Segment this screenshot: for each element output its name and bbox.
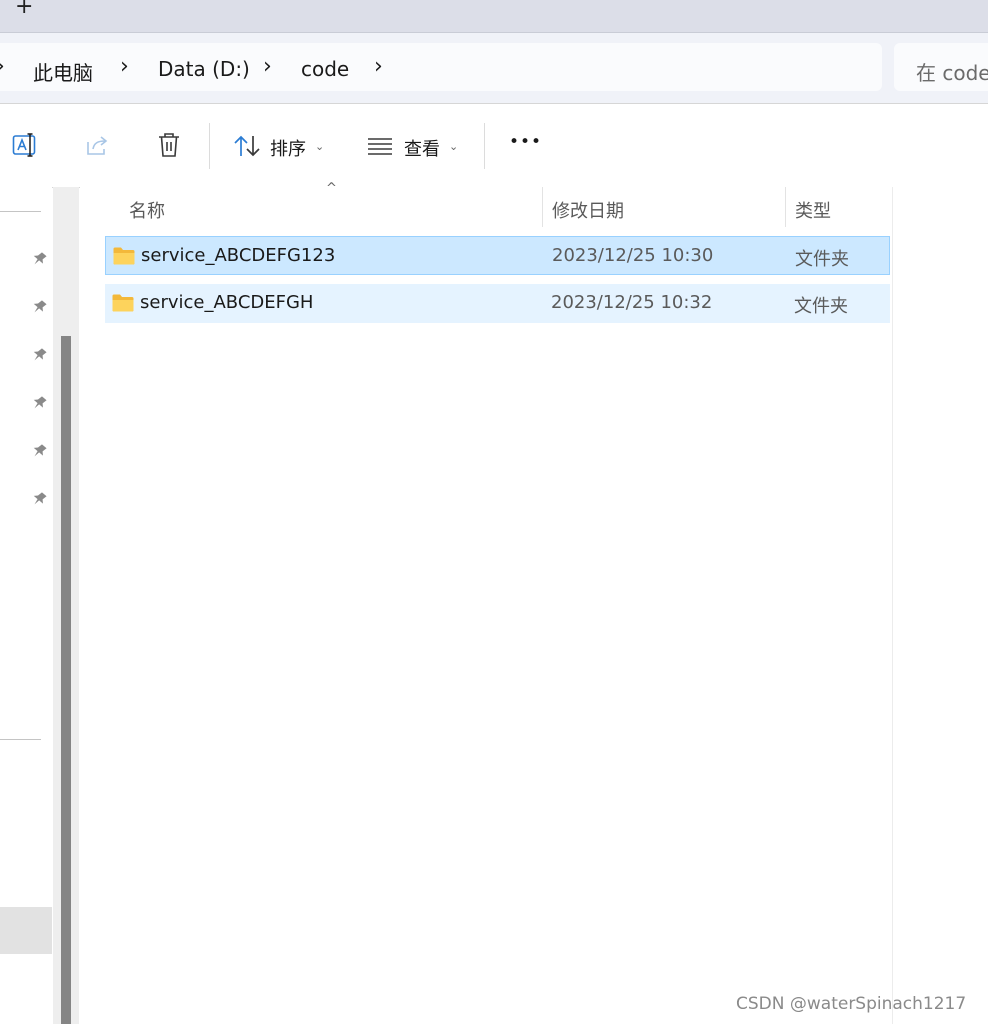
file-modified: 2023/12/25 10:30 [552,245,714,266]
pin-icon[interactable] [30,442,48,460]
folder-icon [113,247,135,265]
view-button[interactable]: 查看 [404,135,440,161]
column-header-modified[interactable]: 修改日期 [552,197,624,223]
sort-icon-wrap[interactable] [233,134,261,162]
column-separator[interactable] [542,187,543,227]
nav-divider [0,211,41,212]
watermark: CSDN @waterSpinach1217 [736,994,967,1014]
file-name[interactable]: service_ABCDEFGH [140,292,313,313]
details-area [892,187,988,1024]
search-placeholder: 在 code [916,61,988,85]
breadcrumb-separator[interactable]: › [0,54,5,79]
column-separator[interactable] [785,187,786,227]
share-button[interactable] [85,133,111,161]
rename-icon [12,133,36,157]
toolbar-separator [484,123,485,169]
new-tab-button[interactable]: + [15,0,33,19]
breadcrumb-separator[interactable]: › [263,54,272,79]
more-icon[interactable]: ••• [509,132,542,152]
breadcrumb-separator[interactable]: › [374,54,383,79]
chevron-down-icon[interactable]: ⌄ [449,140,458,153]
column-header-type[interactable]: 类型 [795,197,831,223]
sort-ascending-indicator: ^ [326,181,337,196]
pin-icon[interactable] [30,346,48,364]
tab-strip [0,0,988,33]
chevron-down-icon[interactable]: ⌄ [315,140,324,153]
toolbar-separator [209,123,210,169]
share-icon [87,136,108,155]
view-list-icon [368,138,392,155]
delete-button[interactable] [157,132,181,162]
nav-scrollbar-thumb[interactable] [61,336,71,1024]
pin-icon[interactable] [30,250,48,268]
breadcrumb-this-pc[interactable]: 此电脑 [33,57,93,86]
breadcrumb-code[interactable]: code [301,57,349,81]
address-bar[interactable] [0,43,882,91]
nav-divider [0,739,41,740]
rename-button[interactable] [12,132,38,162]
pin-icon[interactable] [30,298,48,316]
delete-icon [159,133,179,157]
file-row[interactable]: service_ABCDEFGH 2023/12/25 10:32 文件夹 [105,284,890,323]
file-name[interactable]: service_ABCDEFG123 [141,245,335,266]
breadcrumb-data-drive[interactable]: Data (D:) [158,57,250,81]
view-icon-wrap[interactable] [367,137,393,159]
breadcrumb-separator[interactable]: › [120,54,129,79]
column-header-name[interactable]: 名称 [129,197,165,223]
file-type: 文件夹 [795,249,849,270]
file-row[interactable]: service_ABCDEFG123 2023/12/25 10:30 文件夹 [105,236,890,275]
pin-icon[interactable] [30,490,48,508]
pin-icon[interactable] [30,394,48,412]
folder-icon [112,294,134,312]
file-type: 文件夹 [794,296,848,317]
command-bar: 排序 ⌄ 查看 ⌄ ••• [0,103,988,188]
file-modified: 2023/12/25 10:32 [551,292,713,313]
address-bar-row: › 此电脑 › Data (D:) › code › 在 code [0,33,988,103]
sort-button[interactable]: 排序 [270,135,306,161]
nav-selected-item[interactable] [0,907,52,954]
sort-icon [234,135,260,157]
